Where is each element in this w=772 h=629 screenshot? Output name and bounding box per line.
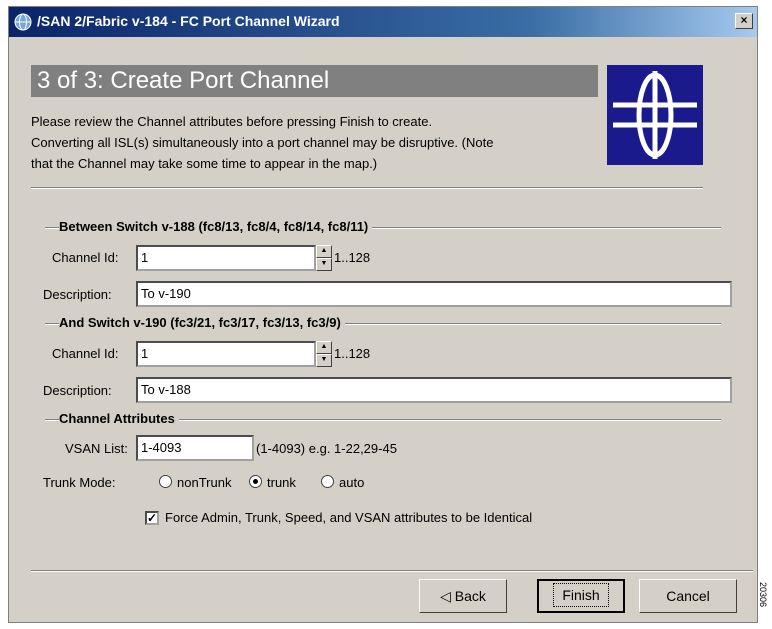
spinner-down-icon[interactable]: ▼ (316, 354, 332, 367)
switch-b-description-label: Description: (43, 383, 112, 398)
close-button[interactable]: × (735, 13, 753, 29)
trunk-mode-label: Trunk Mode: (43, 475, 116, 490)
vsan-list-hint: (1-4093) e.g. 1-22,29-45 (256, 441, 397, 456)
switch-b-channel-id-input[interactable]: 1 (136, 341, 316, 367)
vsan-list-input[interactable]: 1-4093 (136, 435, 254, 461)
trunk-mode-nontrunk-radio[interactable] (159, 475, 172, 488)
trunk-mode-nontrunk-label[interactable]: nonTrunk (177, 475, 231, 490)
back-arrow-icon: ◁ (440, 588, 451, 604)
switch-b-description-input[interactable]: To v-188 (136, 377, 732, 403)
spinner-down-icon[interactable]: ▼ (316, 258, 332, 271)
trunk-mode-trunk-radio[interactable] (249, 475, 262, 488)
figure-code: 20306 (758, 582, 768, 608)
title-bar[interactable]: /SAN 2/Fabric v-184 - FC Port Channel Wi… (9, 7, 757, 37)
force-identical-checkbox[interactable]: ✓ (145, 511, 159, 525)
trunk-mode-trunk-label[interactable]: trunk (267, 475, 296, 490)
switch-a-description-label: Description: (43, 287, 112, 302)
step-title: 3 of 3: Create Port Channel (31, 65, 598, 97)
trunk-mode-auto-label[interactable]: auto (339, 475, 364, 490)
cisco-wizard-logo-icon (607, 65, 703, 165)
switch-b-legend: And Switch v-190 (fc3/21, fc3/17, fc3/13… (59, 315, 345, 330)
switch-a-channel-id-input[interactable]: 1 (136, 245, 316, 271)
intro-text: Please review the Channel attributes bef… (31, 111, 601, 174)
switch-b-range-hint: 1..128 (334, 346, 371, 361)
header-separator (31, 187, 703, 189)
wizard-window: /SAN 2/Fabric v-184 - FC Port Channel Wi… (8, 6, 758, 623)
trunk-mode-auto-radio[interactable] (321, 475, 334, 488)
switch-b-channel-id-spinner[interactable]: ▲ ▼ (316, 341, 332, 367)
switch-a-channel-id-label: Channel Id: (52, 250, 119, 265)
switch-a-channel-id-spinner[interactable]: ▲ ▼ (316, 245, 332, 271)
switch-b-channel-id-label: Channel Id: (52, 346, 119, 361)
switch-a-description-input[interactable]: To v-190 (136, 281, 732, 307)
finish-button[interactable]: Finish (537, 579, 625, 613)
force-identical-label[interactable]: Force Admin, Trunk, Speed, and VSAN attr… (165, 510, 532, 525)
intro-line-2: Converting all ISL(s) simultaneously int… (31, 135, 494, 150)
footer-separator (31, 570, 753, 572)
attributes-legend: Channel Attributes (59, 411, 179, 426)
back-button[interactable]: ◁ Back (419, 579, 507, 613)
finish-button-label: Finish (553, 583, 609, 607)
switch-a-legend: Between Switch v-188 (fc8/13, fc8/4, fc8… (59, 219, 373, 234)
intro-line-1: Please review the Channel attributes bef… (31, 114, 433, 129)
back-button-label: Back (454, 588, 486, 604)
spinner-up-icon[interactable]: ▲ (316, 245, 332, 258)
intro-line-3: that the Channel may take some time to a… (31, 156, 378, 171)
cancel-button[interactable]: Cancel (639, 579, 737, 613)
window-title: /SAN 2/Fabric v-184 - FC Port Channel Wi… (37, 13, 340, 29)
spinner-up-icon[interactable]: ▲ (316, 341, 332, 354)
vsan-list-label: VSAN List: (65, 441, 128, 456)
app-globe-icon (14, 13, 32, 31)
switch-a-range-hint: 1..128 (334, 250, 371, 265)
